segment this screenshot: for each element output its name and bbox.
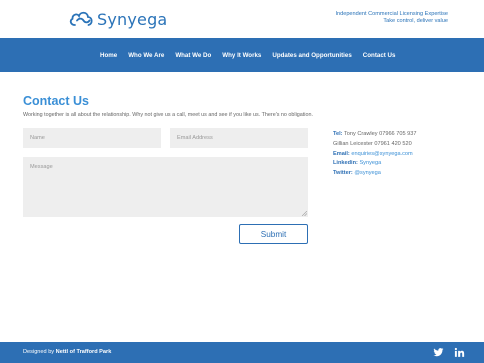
nav-item-what-we-do[interactable]: What We Do bbox=[175, 52, 211, 59]
tel-number-2: Gillian Leicester 07961 420 520 bbox=[333, 140, 412, 147]
logo-text: Synyega bbox=[97, 9, 168, 29]
linkedin-icon[interactable] bbox=[454, 347, 465, 358]
main-nav: Home Who We Are What We Do Why It Works … bbox=[0, 38, 484, 72]
contact-info: Tel: Tony Crawley 07966 705 937 Gillian … bbox=[333, 130, 416, 179]
tagline-line-1: Independent Commercial Licensing Experti… bbox=[335, 11, 448, 17]
submit-button[interactable]: Submit bbox=[239, 224, 308, 244]
twitter-icon[interactable] bbox=[433, 347, 444, 358]
site-header: Synyega Independent Commercial Licensing… bbox=[0, 0, 484, 38]
email-link[interactable]: enquiries@synyega.com bbox=[351, 151, 412, 157]
twitter-line: Twitter: @synyega bbox=[333, 169, 416, 179]
nav-items: Home Who We Are What We Do Why It Works … bbox=[100, 38, 406, 72]
tagline-line-2: Take control, deliver value bbox=[383, 17, 448, 24]
tel-number-1: Tony Crawley 07966 705 937 bbox=[343, 131, 417, 137]
tagline: Independent Commercial Licensing Experti… bbox=[335, 11, 448, 24]
email-line: Email: enquiries@synyega.com bbox=[333, 150, 416, 160]
credit-link[interactable]: Nettl of Trafford Park bbox=[56, 349, 112, 355]
logo[interactable]: Synyega bbox=[68, 8, 167, 30]
cloud-logo-icon bbox=[69, 11, 93, 26]
site-footer: Designed by Nettl of Trafford Park bbox=[0, 342, 484, 363]
nav-item-updates[interactable]: Updates and Opportunities bbox=[272, 52, 351, 59]
email-field[interactable] bbox=[170, 128, 308, 148]
intro-text: Working together is all about the relati… bbox=[23, 112, 313, 118]
name-field[interactable] bbox=[23, 128, 161, 148]
tel-label: Tel: bbox=[333, 131, 343, 137]
page-title: Contact Us bbox=[23, 94, 89, 108]
twitter-link[interactable]: @synyega bbox=[354, 170, 381, 176]
nav-item-why-it-works[interactable]: Why It Works bbox=[222, 52, 261, 59]
linkedin-line: Linkedin: Synyega bbox=[333, 159, 416, 169]
linkedin-label: Linkedin: bbox=[333, 160, 358, 167]
nav-item-contact-us[interactable]: Contact Us bbox=[363, 52, 396, 59]
credit-prefix: Designed by bbox=[23, 349, 55, 355]
footer-credit: Designed by Nettl of Trafford Park bbox=[23, 349, 111, 355]
nav-item-home[interactable]: Home bbox=[100, 52, 117, 59]
resize-grip-icon[interactable] bbox=[302, 211, 307, 216]
tel-line: Tel: Tony Crawley 07966 705 937 bbox=[333, 130, 416, 140]
nav-item-who-we-are[interactable]: Who We Are bbox=[128, 52, 164, 59]
email-label: Email: bbox=[333, 150, 350, 157]
message-field[interactable] bbox=[23, 157, 308, 217]
twitter-label: Twitter: bbox=[333, 170, 353, 177]
linkedin-link[interactable]: Synyega bbox=[359, 160, 381, 166]
